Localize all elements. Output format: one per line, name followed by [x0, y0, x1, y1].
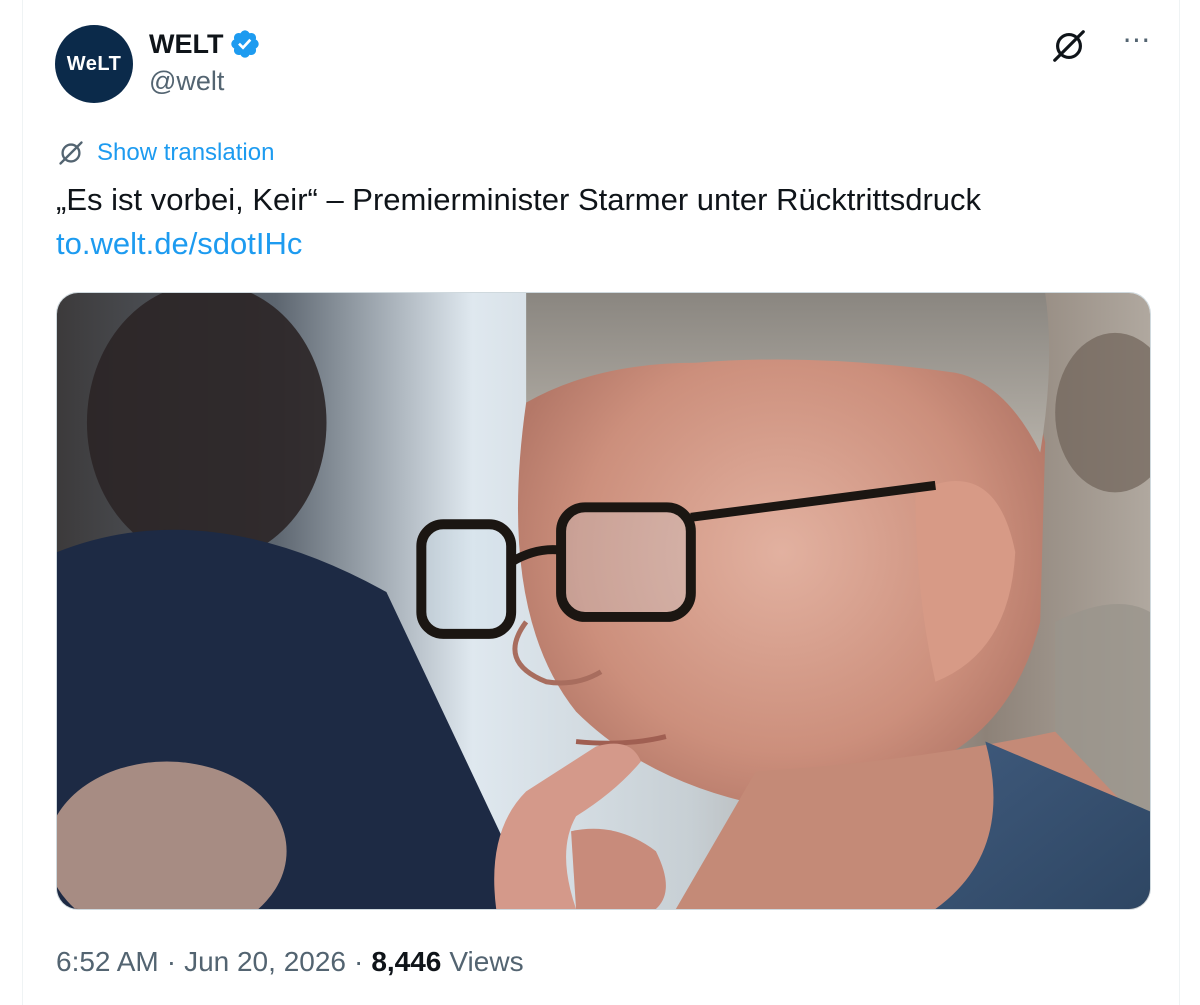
tweet-card: WeLT WELT @welt ⋯ Show translation „Es i… — [22, 0, 1180, 1005]
more-button[interactable]: ⋯ — [1117, 26, 1157, 66]
media-photo-image — [57, 293, 1150, 909]
verified-badge-icon — [231, 30, 260, 58]
tweet-meta: 6:52 AM · Jun 20, 2026 · 8,446 Views — [56, 942, 524, 982]
meta-separator: · — [166, 946, 177, 977]
display-name[interactable]: WELT — [149, 29, 223, 60]
grok-button[interactable] — [1049, 26, 1089, 66]
show-translation-link[interactable]: Show translation — [97, 139, 274, 167]
show-translation-row[interactable]: Show translation — [57, 136, 274, 170]
tweet-text: „Es ist vorbei, Keir“ – Premierminister … — [56, 178, 1146, 266]
tweet-link[interactable]: to.welt.de/sdotIHc — [56, 222, 1146, 266]
avatar-logo-text: WeLT — [66, 52, 122, 75]
views-count[interactable]: 8,446 — [371, 946, 441, 978]
tweet-body: „Es ist vorbei, Keir“ – Premierminister … — [56, 182, 982, 217]
more-icon: ⋯ — [1122, 24, 1152, 55]
grok-icon — [1053, 30, 1085, 62]
tweet-time[interactable]: 6:52 AM — [56, 946, 159, 978]
tweet-media-photo[interactable] — [56, 292, 1151, 910]
author-name-row: WELT — [149, 26, 261, 62]
tweet-top-actions: ⋯ — [1049, 26, 1157, 66]
handle[interactable]: @welt — [149, 66, 224, 97]
translate-icon — [59, 141, 83, 165]
views-label: Views — [449, 946, 524, 977]
meta-separator: · — [353, 946, 364, 977]
tweet-date[interactable]: Jun 20, 2026 — [184, 946, 346, 978]
avatar[interactable]: WeLT — [55, 25, 133, 103]
